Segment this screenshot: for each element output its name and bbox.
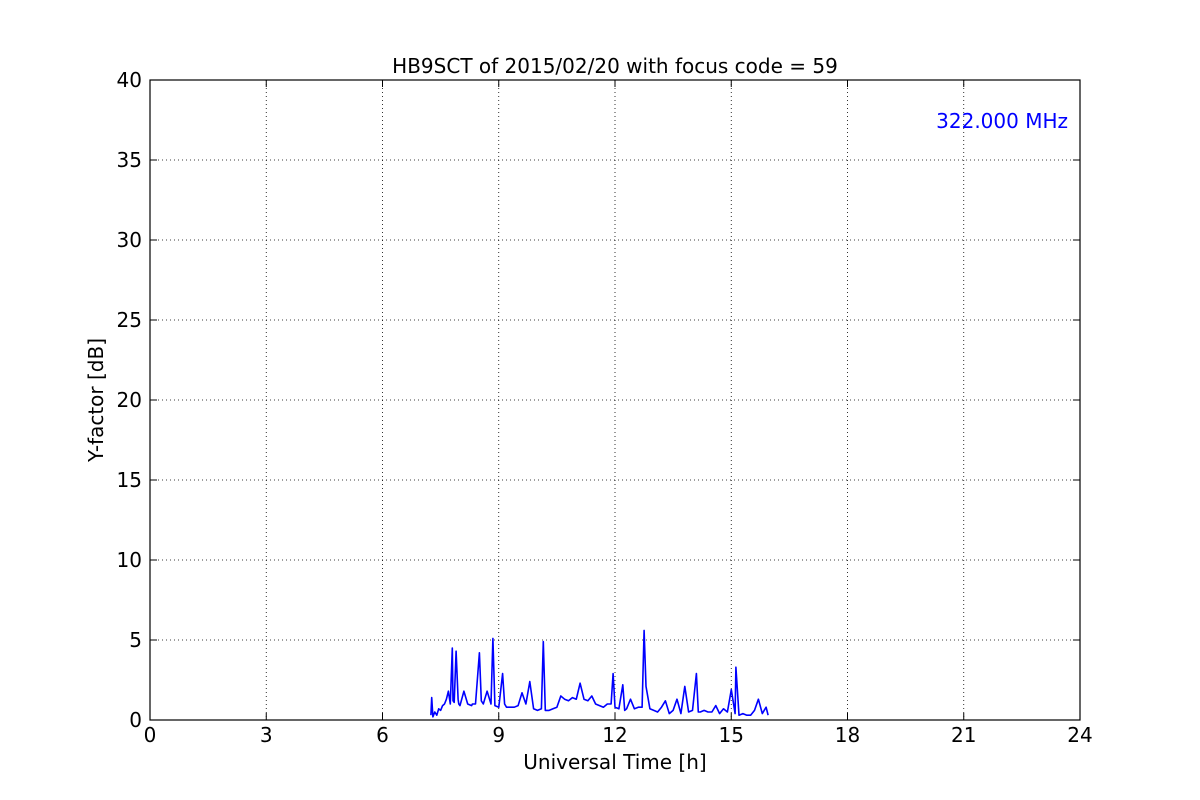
y-tick-label: 40 bbox=[117, 68, 142, 92]
y-tick-label: 35 bbox=[117, 148, 142, 172]
frequency-annotation: 322.000 MHz bbox=[936, 109, 1068, 133]
chart-title: HB9SCT of 2015/02/20 with focus code = 5… bbox=[392, 54, 838, 78]
y-tick-label: 0 bbox=[129, 708, 142, 732]
y-axis-label: Y-factor [dB] bbox=[84, 338, 108, 463]
x-tick-label: 18 bbox=[835, 723, 860, 747]
chart: 0 3 6 9 12 15 18 21 24 0 5 10 15 20 25 30 35 40 HB9SCT of… bbox=[0, 0, 1200, 800]
x-tick-label: 24 bbox=[1067, 723, 1092, 747]
y-tick-label: 10 bbox=[117, 548, 142, 572]
y-tick-label: 5 bbox=[129, 628, 142, 652]
x-tick-label: 9 bbox=[492, 723, 505, 747]
y-tick-label: 20 bbox=[117, 388, 142, 412]
y-tick-label: 15 bbox=[117, 468, 142, 492]
x-tick-label: 15 bbox=[719, 723, 744, 747]
x-axis-label: Universal Time [h] bbox=[523, 750, 706, 774]
x-tick-label: 12 bbox=[602, 723, 627, 747]
y-tick-label: 25 bbox=[117, 308, 142, 332]
x-tick-label: 0 bbox=[144, 723, 157, 747]
y-tick-label: 30 bbox=[117, 228, 142, 252]
x-tick-label: 21 bbox=[951, 723, 976, 747]
x-tick-label: 6 bbox=[376, 723, 389, 747]
x-tick-label: 3 bbox=[260, 723, 273, 747]
